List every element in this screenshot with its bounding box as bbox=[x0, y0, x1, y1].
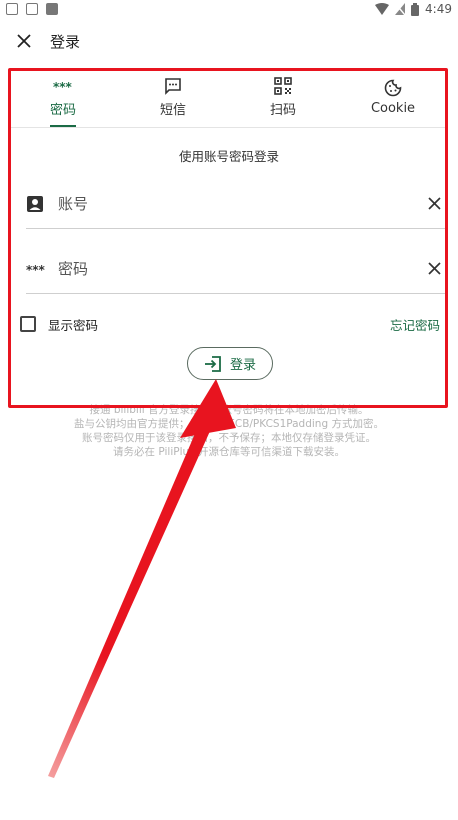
qr-code-icon bbox=[274, 77, 292, 95]
account-input[interactable] bbox=[58, 194, 422, 213]
tab-label: 短信 bbox=[159, 103, 186, 118]
wifi-icon bbox=[375, 3, 390, 15]
tab-label: Cookie bbox=[370, 101, 416, 116]
account-box-icon bbox=[27, 195, 43, 212]
login-subtitle: 使用账号密码登录 bbox=[178, 149, 279, 164]
page-title: 登录 bbox=[50, 32, 81, 51]
app-notification-icon bbox=[26, 3, 38, 15]
account-field bbox=[26, 179, 446, 229]
forgot-password-link[interactable]: 忘记密码 bbox=[390, 315, 440, 334]
clear-icon bbox=[427, 197, 441, 210]
svg-text:***: *** bbox=[53, 81, 73, 91]
clear-account-button[interactable] bbox=[422, 192, 446, 216]
tab-label: 扫码 bbox=[269, 103, 296, 118]
password-dots-icon: *** bbox=[26, 264, 46, 274]
status-left bbox=[6, 3, 58, 15]
disclaimer: 接通 bilibili 官方登录接口，账号密码将在本地加密后传输。 盐与公钥均由… bbox=[0, 403, 458, 459]
tab-label: 密码 bbox=[49, 103, 76, 118]
mail-notification-icon bbox=[6, 3, 18, 15]
app-bar: 登录 bbox=[0, 18, 458, 64]
login-icon bbox=[204, 355, 221, 372]
status-bar: 4:49 bbox=[0, 0, 458, 18]
status-time: 4:49 bbox=[425, 2, 452, 16]
signal-icon bbox=[395, 3, 406, 15]
cookie-icon bbox=[384, 79, 402, 97]
show-password-label[interactable]: 显示密码 bbox=[48, 315, 98, 334]
sms-icon bbox=[165, 78, 181, 95]
battery-icon bbox=[411, 2, 420, 16]
close-icon bbox=[17, 34, 31, 48]
password-input[interactable] bbox=[58, 259, 422, 278]
disclaimer-line: 盐与公钥均由官方提供；以 RSA/ECB/PKCS1Padding 方式加密。 bbox=[74, 418, 384, 430]
tab-cookie[interactable]: Cookie bbox=[338, 68, 448, 127]
disclaimer-line: 账号密码仅用于该登录接口，不予保存；本地仅存储登录凭证。 bbox=[82, 432, 376, 444]
close-button[interactable] bbox=[12, 29, 36, 53]
tab-password[interactable]: *** 密码 bbox=[8, 68, 118, 127]
login-button[interactable]: 登录 bbox=[187, 347, 273, 380]
clear-icon bbox=[427, 262, 441, 275]
options-row: 显示密码 忘记密码 bbox=[20, 312, 440, 336]
password-field: *** bbox=[26, 244, 446, 294]
show-password-checkbox[interactable] bbox=[20, 316, 36, 332]
password-dots-icon: *** bbox=[53, 81, 73, 91]
disclaimer-line: 接通 bilibili 官方登录接口，账号密码将在本地加密后传输。 bbox=[89, 404, 369, 416]
disclaimer-line: 请务必在 PiliPlus 开源仓库等可信渠道下载安装。 bbox=[113, 446, 345, 458]
clear-password-button[interactable] bbox=[422, 257, 446, 281]
status-right: 4:49 bbox=[375, 2, 452, 16]
tab-sms[interactable]: 短信 bbox=[118, 68, 228, 127]
login-button-label: 登录 bbox=[229, 358, 256, 373]
app-notification-icon bbox=[46, 3, 58, 15]
tab-qr-code[interactable]: 扫码 bbox=[228, 68, 338, 127]
svg-text:***: *** bbox=[26, 264, 46, 274]
login-method-tabs: *** 密码 短信 扫码 Cookie bbox=[8, 68, 448, 128]
